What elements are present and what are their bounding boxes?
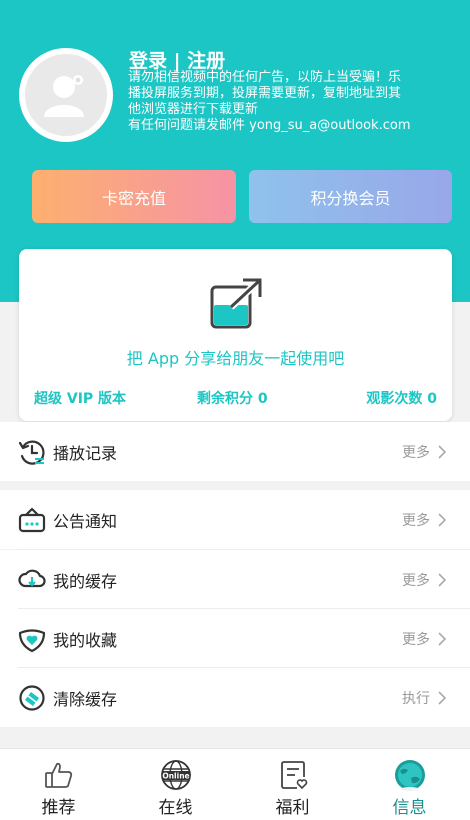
chevron-right-icon: [438, 690, 447, 705]
announcement-icon: [18, 507, 46, 532]
menu-item-play-history[interactable]: 播放记录 更多: [0, 422, 470, 481]
tab-label: 福利: [275, 798, 310, 818]
cache-download-icon: [18, 569, 46, 587]
notice-line: 播投屏服务到期，投屏需要更新，复制地址到其: [128, 86, 402, 101]
chevron-right-icon: [438, 512, 447, 527]
notice-line: 有任何问题请发邮件 yong_su_a@outlook.com: [128, 118, 411, 133]
execute-link[interactable]: 执行: [402, 688, 430, 708]
tab-welfare[interactable]: 福利: [234, 749, 351, 820]
online-globe-icon: Online: [160, 760, 191, 790]
more-link[interactable]: 更多: [402, 570, 430, 590]
menu-item-label: 清除缓存: [53, 689, 118, 709]
menu-item-clear-cache[interactable]: 清除缓存 执行: [0, 668, 470, 727]
share-app-icon[interactable]: [209, 277, 263, 331]
avatar[interactable]: [19, 48, 113, 142]
history-icon: [18, 440, 45, 465]
exchange-vip-button[interactable]: 积分换会员: [249, 170, 452, 223]
menu-item-label: 公告通知: [53, 511, 118, 531]
bottom-tab-bar: 推荐 Online 在线 福利 信息: [0, 748, 470, 820]
tab-info[interactable]: 信息: [351, 749, 468, 820]
thumbs-up-icon: [44, 762, 72, 788]
login-register-link[interactable]: 登录 | 注册: [129, 50, 225, 72]
tab-label: 信息: [392, 798, 427, 818]
menu-item-label: 我的缓存: [53, 571, 118, 591]
remaining-points-label: 剩余积分 0: [197, 391, 268, 407]
notice-line: 请勿相信视频中的任何广告，以防上当受骗！乐: [128, 70, 402, 85]
more-link[interactable]: 更多: [402, 629, 430, 649]
chevron-right-icon: [438, 631, 447, 646]
recharge-button[interactable]: 卡密充值: [32, 170, 236, 223]
notice-text: 请勿相信视频中的任何广告，以防上当受骗！乐 播投屏服务到期，投屏需要更新，复制地…: [128, 70, 458, 134]
gift-note-icon: [280, 761, 307, 790]
tab-online[interactable]: Online 在线: [117, 749, 234, 820]
account-stats: 超级 VIP 版本 剩余积分 0 观影次数 0: [19, 388, 452, 408]
menu-item-label: 我的收藏: [53, 630, 118, 650]
chevron-right-icon: [438, 444, 447, 459]
menu-item-announcements[interactable]: 公告通知 更多: [0, 490, 470, 549]
menu-item-favorites[interactable]: 我的收藏 更多: [0, 609, 470, 668]
profile-globe-icon: [394, 760, 425, 791]
chevron-right-icon: [438, 572, 447, 587]
vip-version-label: 超级 VIP 版本: [34, 391, 127, 407]
menu-item-my-cache[interactable]: 我的缓存 更多: [0, 550, 470, 609]
view-count-label: 观影次数 0: [366, 391, 437, 407]
default-user-icon: [25, 54, 107, 136]
online-badge-text: Online: [162, 772, 189, 781]
menu-item-label: 播放记录: [53, 443, 118, 463]
clear-cache-icon: [19, 684, 45, 711]
tab-label: 推荐: [41, 798, 76, 818]
notice-line: 他浏览器进行下载更新: [128, 102, 259, 117]
tab-label: 在线: [158, 798, 193, 818]
heart-icon: [18, 628, 46, 652]
share-card: 把 App 分享给朋友一起使用吧 超级 VIP 版本 剩余积分 0 观影次数 0: [19, 249, 452, 421]
more-link[interactable]: 更多: [402, 510, 430, 530]
more-link[interactable]: 更多: [402, 442, 430, 462]
share-invite-text[interactable]: 把 App 分享给朋友一起使用吧: [19, 345, 452, 369]
tab-recommend[interactable]: 推荐: [0, 749, 117, 820]
